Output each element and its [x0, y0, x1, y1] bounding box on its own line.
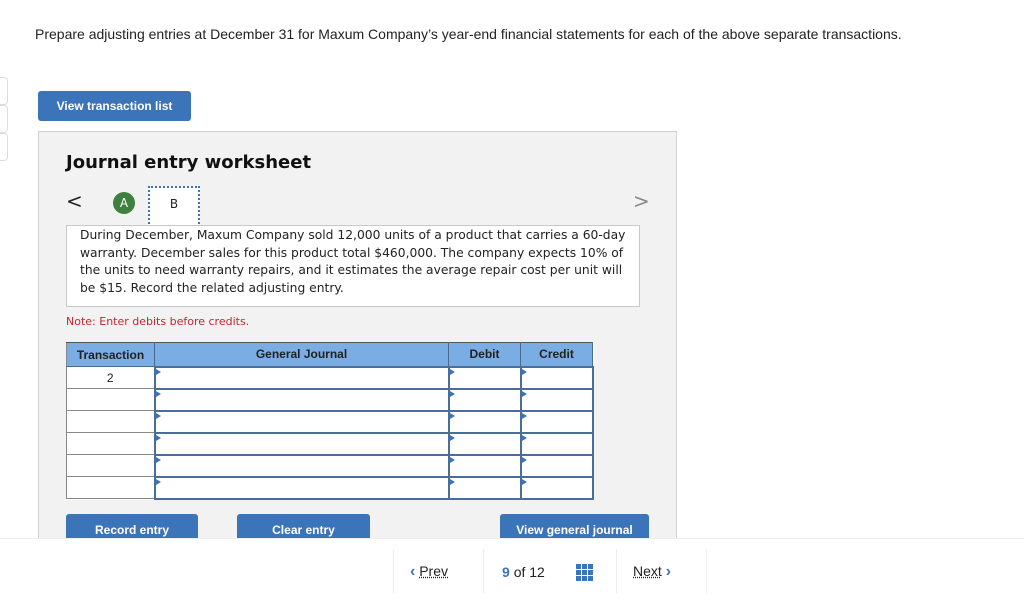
journal-table: Transaction General Journal Debit Credit…: [66, 342, 594, 500]
credit-cell[interactable]: [519, 431, 594, 456]
table-row: [66, 387, 594, 412]
debits-note: Note: Enter debits before credits.: [66, 315, 250, 328]
pager-divider: [706, 549, 707, 593]
account-input[interactable]: [155, 433, 448, 454]
credit-input[interactable]: [521, 477, 592, 498]
credit-input[interactable]: [521, 411, 592, 432]
transaction-cell: [66, 410, 155, 433]
transaction-cell: [66, 388, 155, 411]
credit-input[interactable]: [521, 433, 592, 454]
debit-cell[interactable]: [447, 475, 522, 500]
prev-label: Prev: [419, 563, 449, 579]
table-header-row: Transaction General Journal Debit Credit: [66, 342, 593, 367]
total-pages: 12: [529, 564, 545, 580]
pager-divider: [393, 549, 394, 593]
pager-divider: [483, 549, 484, 593]
transaction-cell: [66, 432, 155, 455]
table-row: [66, 409, 594, 434]
account-input[interactable]: [155, 455, 448, 476]
chevron-left-icon: ‹: [410, 563, 416, 580]
credit-cell[interactable]: [519, 453, 594, 478]
debit-input[interactable]: [449, 477, 520, 498]
instructions-text: Prepare adjusting entries at December 31…: [35, 26, 902, 42]
worksheet-next-arrow-icon[interactable]: >: [633, 189, 650, 213]
step-b-tab[interactable]: B: [148, 186, 200, 228]
account-input[interactable]: [155, 411, 448, 432]
account-input[interactable]: [155, 389, 448, 410]
header-credit: Credit: [520, 342, 593, 367]
pager-divider: [616, 549, 617, 593]
prev-page-button[interactable]: ‹ Prev: [410, 563, 448, 581]
debit-cell[interactable]: [447, 387, 522, 412]
current-page: 9: [502, 564, 510, 580]
account-input[interactable]: [155, 367, 448, 388]
credit-input[interactable]: [521, 367, 592, 388]
side-tab[interactable]: [0, 77, 8, 105]
worksheet-title: Journal entry worksheet: [66, 152, 312, 173]
header-debit: Debit: [448, 342, 521, 367]
next-page-button[interactable]: Next ›: [633, 563, 671, 581]
account-input[interactable]: [155, 477, 448, 498]
debit-input[interactable]: [449, 411, 520, 432]
debit-cell[interactable]: [447, 453, 522, 478]
account-cell[interactable]: [153, 409, 450, 434]
debit-input[interactable]: [449, 433, 520, 454]
credit-cell[interactable]: [519, 387, 594, 412]
journal-entry-worksheet: Journal entry worksheet < A B > During D…: [38, 131, 677, 539]
worksheet-prev-arrow-icon[interactable]: <: [66, 189, 83, 213]
side-tab[interactable]: [0, 105, 8, 133]
credit-input[interactable]: [521, 455, 592, 476]
debit-input[interactable]: [449, 455, 520, 476]
view-transaction-list-button[interactable]: View transaction list: [38, 91, 191, 121]
debit-cell[interactable]: [447, 409, 522, 434]
step-a-tab[interactable]: A: [113, 192, 135, 214]
transaction-cell: [66, 476, 155, 499]
page-counter: 9 of 12: [502, 564, 545, 580]
problem-description: During December, Maxum Company sold 12,0…: [66, 225, 640, 307]
table-row: [66, 475, 594, 500]
grid-menu-icon[interactable]: [576, 564, 593, 581]
table-row: [66, 431, 594, 456]
credit-input[interactable]: [521, 389, 592, 410]
account-cell[interactable]: [153, 475, 450, 500]
account-cell[interactable]: [153, 365, 450, 390]
header-transaction: Transaction: [66, 342, 155, 367]
credit-cell[interactable]: [519, 365, 594, 390]
debit-input[interactable]: [449, 389, 520, 410]
side-tab[interactable]: [0, 133, 8, 161]
credit-cell[interactable]: [519, 409, 594, 434]
of-label: of: [513, 564, 526, 580]
header-general-journal: General Journal: [154, 342, 449, 367]
transaction-cell: 2: [66, 366, 155, 389]
debit-input[interactable]: [449, 367, 520, 388]
credit-cell[interactable]: [519, 475, 594, 500]
next-label: Next: [633, 563, 662, 579]
account-cell[interactable]: [153, 387, 450, 412]
table-row: [66, 453, 594, 478]
debit-cell[interactable]: [447, 431, 522, 456]
debit-cell[interactable]: [447, 365, 522, 390]
chevron-right-icon: ›: [665, 563, 672, 580]
pager-footer: ‹ Prev 9 of 12 Next ›: [0, 538, 1024, 600]
table-row: 2: [66, 365, 594, 390]
transaction-cell: [66, 454, 155, 477]
account-cell[interactable]: [153, 453, 450, 478]
account-cell[interactable]: [153, 431, 450, 456]
